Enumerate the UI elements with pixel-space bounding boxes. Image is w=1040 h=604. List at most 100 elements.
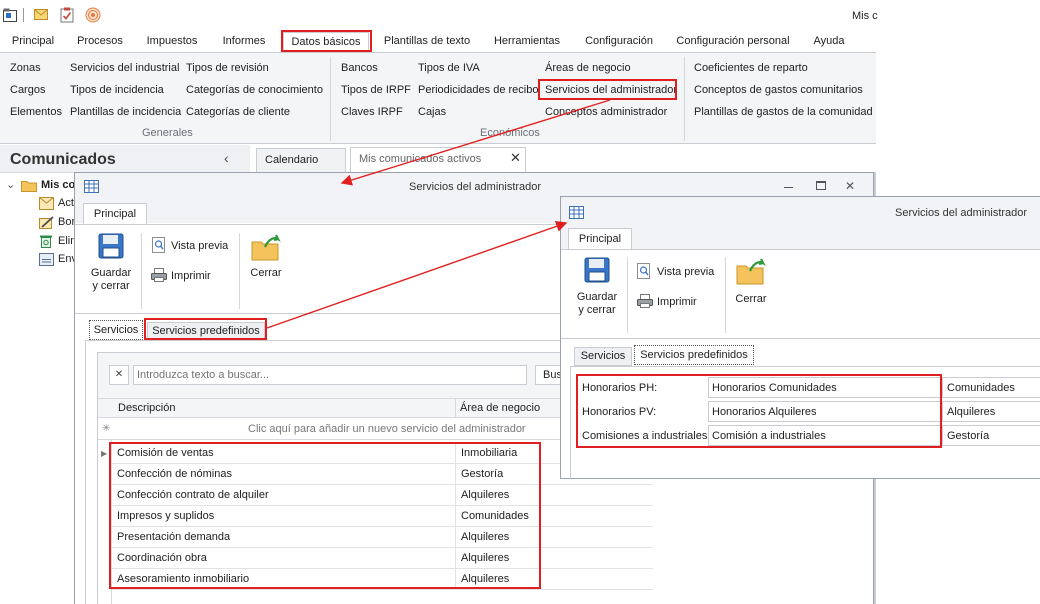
- menu-tab-impuestos[interactable]: Impuestos: [138, 32, 206, 52]
- tree-item-activos[interactable]: Act: [58, 196, 74, 210]
- sidebar-collapse-icon[interactable]: ‹: [224, 151, 229, 165]
- folder-arrow-icon: [736, 258, 766, 286]
- close-button-label: Cerrar: [250, 267, 282, 279]
- quick-access-toolbar: Mis c: [0, 0, 878, 30]
- menu-tab-configuracion[interactable]: Configuración: [578, 32, 660, 52]
- ribbon-cargos[interactable]: Cargos: [10, 83, 45, 97]
- search-input[interactable]: [133, 365, 527, 385]
- ribbon-conceptos-gastos[interactable]: Conceptos de gastos comunitarios: [694, 83, 863, 97]
- menu-tab-configuracion-personal[interactable]: Configuración personal: [670, 32, 796, 52]
- dialog-ribbon-divider: [141, 233, 142, 309]
- dialog-ribbon-divider: [725, 257, 726, 333]
- ribbon-coeficientes-reparto[interactable]: Coeficientes de reparto: [694, 61, 808, 75]
- save-and-close-button[interactable]: Guardar y cerrar: [87, 231, 135, 297]
- close-button[interactable]: Cerrar: [730, 255, 772, 315]
- dialog-ribbon-divider: [627, 257, 628, 333]
- menu-tab-ayuda[interactable]: Ayuda: [806, 32, 852, 52]
- menu-tab-herramientas[interactable]: Herramientas: [487, 32, 567, 52]
- ribbon-group-economicos-label: Económicos: [480, 127, 540, 139]
- highlight-menu-datos-basicos: [281, 30, 372, 52]
- inbox-icon: [39, 197, 54, 210]
- dialog-ribbon-tab-principal[interactable]: Principal: [568, 228, 632, 250]
- doc-tab-calendario[interactable]: Calendario: [256, 148, 346, 172]
- ribbon-tipos-revision[interactable]: Tipos de revisión: [186, 61, 269, 75]
- column-header-area[interactable]: Área de negocio: [455, 398, 565, 418]
- ribbon-elementos[interactable]: Elementos: [10, 105, 62, 119]
- tab-servicios[interactable]: Servicios: [89, 320, 143, 340]
- tab-servicios-predefinidos[interactable]: Servicios predefinidos: [634, 345, 754, 365]
- close-button[interactable]: Cerrar: [245, 231, 287, 291]
- tree-root-label[interactable]: Mis co: [41, 178, 75, 192]
- close-icon[interactable]: ✕: [845, 179, 855, 193]
- magnifier-page-icon: [637, 263, 651, 279]
- doc-tab-close-icon[interactable]: ✕: [510, 151, 521, 165]
- menu-tab-procesos[interactable]: Procesos: [68, 32, 132, 52]
- dialog-title: Servicios del administrador: [895, 207, 1028, 219]
- ribbon-tipos-irpf[interactable]: Tipos de IRPF: [341, 83, 411, 97]
- ribbon-claves-irpf[interactable]: Claves IRPF: [341, 105, 403, 119]
- print-button[interactable]: Imprimir: [657, 295, 697, 309]
- save-and-close-label: Guardar y cerrar: [90, 267, 132, 292]
- comisiones-industriales-area-value: Gestoría: [947, 430, 990, 442]
- menu-tab-principal[interactable]: Principal: [4, 32, 62, 52]
- ribbon-plantillas-incidencia[interactable]: Plantillas de incidencia: [70, 105, 181, 119]
- dialog-ribbon-tabs: [561, 227, 1040, 249]
- clipboard-check-icon[interactable]: [60, 7, 74, 23]
- ribbon-tipos-iva[interactable]: Tipos de IVA: [418, 61, 480, 75]
- menu-tab-plantillas-texto[interactable]: Plantillas de texto: [378, 32, 476, 52]
- menu-bar: Principal Procesos Impuestos Informes Da…: [0, 30, 876, 52]
- doc-tab-strip: Calendario Mis comunicados activos ✕: [250, 145, 876, 173]
- dialog-ribbon-tab-principal[interactable]: Principal: [83, 203, 147, 225]
- mail-icon[interactable]: [34, 9, 48, 21]
- dialog-title: Servicios del administrador: [409, 181, 542, 193]
- ribbon-servicios-industrial[interactable]: Servicios del industrial: [70, 61, 179, 75]
- column-header-descripcion[interactable]: Descripción: [113, 398, 453, 418]
- ribbon-group-generales-label: Generales: [142, 127, 193, 139]
- app-menu-icon[interactable]: [3, 8, 17, 22]
- save-and-close-label: Guardar y cerrar: [576, 291, 618, 316]
- honorarios-pv-area-value: Alquileres: [947, 406, 996, 418]
- ribbon-tipos-incidencia[interactable]: Tipos de incidencia: [70, 83, 164, 97]
- ribbon-conceptos-administrador[interactable]: Conceptos administrador: [545, 105, 667, 119]
- ribbon-divider: [330, 57, 331, 141]
- highlight-tab-servicios-predefinidos: [144, 318, 267, 340]
- maximize-icon[interactable]: [816, 181, 826, 190]
- highlight-grid-rows: [109, 442, 541, 589]
- ribbon-categorias-cliente[interactable]: Categorías de cliente: [186, 105, 290, 119]
- tree-expander-icon[interactable]: ⌄: [6, 178, 15, 192]
- ribbon-areas-negocio[interactable]: Áreas de negocio: [545, 61, 631, 75]
- table-window-icon: [569, 206, 584, 219]
- honorarios-ph-area-field[interactable]: Comunidades: [942, 377, 1040, 398]
- clear-search-button[interactable]: ✕: [109, 365, 129, 385]
- honorarios-pv-area-field[interactable]: Alquileres: [942, 401, 1040, 422]
- ribbon-categorias-conocimiento[interactable]: Categorías de conocimiento: [186, 83, 323, 97]
- ribbon-cajas[interactable]: Cajas: [418, 105, 446, 119]
- printer-icon: [637, 294, 653, 308]
- sidebar-title: Comunicados: [10, 151, 116, 168]
- ribbon-zonas[interactable]: Zonas: [10, 61, 41, 75]
- close-button-label: Cerrar: [735, 293, 767, 305]
- dialog-ribbon-divider: [239, 233, 240, 309]
- current-row-arrow-icon: ▶: [101, 449, 108, 458]
- new-row-hint: Clic aquí para añadir un nuevo servicio …: [248, 423, 526, 435]
- comisiones-industriales-area-field[interactable]: Gestoría: [942, 425, 1040, 446]
- floppy-save-icon: [98, 233, 124, 259]
- doc-tab-mis-comunicados[interactable]: Mis comunicados activos: [350, 147, 526, 173]
- tree-item-borradores[interactable]: Bor: [58, 215, 75, 229]
- ribbon-plantillas-gastos[interactable]: Plantillas de gastos de la comunidad: [694, 105, 873, 119]
- ribbon-bancos[interactable]: Bancos: [341, 61, 378, 75]
- dialog-ribbon-body: [561, 249, 1040, 339]
- print-preview-button[interactable]: Vista previa: [657, 265, 714, 279]
- tab-servicios[interactable]: Servicios: [574, 347, 632, 366]
- ribbon-periodicidades-recibo[interactable]: Periodicidades de recibo: [418, 83, 538, 97]
- minimize-icon[interactable]: [784, 187, 793, 188]
- print-preview-button[interactable]: Vista previa: [171, 239, 228, 253]
- sent-icon: [39, 253, 54, 266]
- print-button[interactable]: Imprimir: [171, 269, 211, 283]
- ribbon-panel: Zonas Cargos Elementos Servicios del ind…: [0, 52, 876, 144]
- floppy-save-icon: [584, 257, 610, 283]
- folder-arrow-icon: [251, 234, 281, 262]
- save-and-close-button[interactable]: Guardar y cerrar: [573, 255, 621, 321]
- rss-icon[interactable]: [85, 7, 101, 23]
- menu-tab-informes[interactable]: Informes: [213, 32, 275, 52]
